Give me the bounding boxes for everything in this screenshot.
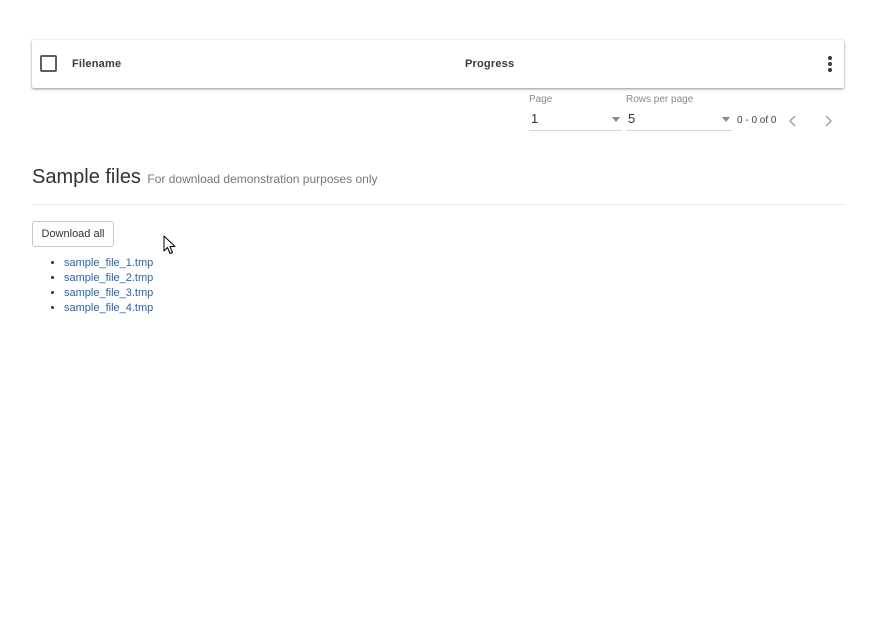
- next-page-button[interactable]: [820, 113, 836, 129]
- page-select[interactable]: 1: [529, 108, 622, 131]
- page-label: Page: [529, 94, 553, 105]
- more-vert-icon[interactable]: [826, 56, 834, 72]
- page-select-value: 1: [531, 111, 539, 126]
- list-item: sample_file_3.tmp: [64, 286, 153, 301]
- caret-down-icon: [612, 117, 620, 122]
- file-link[interactable]: sample_file_2.tmp: [64, 272, 153, 284]
- select-all-checkbox[interactable]: [40, 55, 57, 72]
- file-link[interactable]: sample_file_4.tmp: [64, 302, 153, 314]
- file-list: sample_file_1.tmp sample_file_2.tmp samp…: [32, 256, 153, 316]
- file-link[interactable]: sample_file_3.tmp: [64, 287, 153, 299]
- column-header-filename[interactable]: Filename: [72, 40, 121, 88]
- prev-page-button[interactable]: [785, 113, 801, 129]
- page: Filename Progress Page 1 Rows per page 5…: [0, 0, 876, 620]
- chevron-left-icon: [789, 115, 796, 127]
- rows-per-page-value: 5: [628, 111, 636, 126]
- mouse-pointer-icon: [163, 235, 176, 254]
- list-item: sample_file_2.tmp: [64, 271, 153, 286]
- files-table: Filename Progress: [32, 40, 844, 88]
- chevron-right-icon: [825, 115, 832, 127]
- section-heading: Sample files For download demonstration …: [32, 166, 378, 189]
- file-link[interactable]: sample_file_1.tmp: [64, 257, 153, 269]
- rows-per-page-select[interactable]: 5: [626, 108, 732, 131]
- list-item: sample_file_4.tmp: [64, 301, 153, 316]
- pagination-range: 0 - 0 of 0: [737, 115, 777, 126]
- list-item: sample_file_1.tmp: [64, 256, 153, 271]
- section-subtitle: For download demonstration purposes only: [147, 172, 378, 186]
- column-header-progress[interactable]: Progress: [465, 40, 514, 88]
- divider: [32, 204, 844, 205]
- caret-down-icon: [722, 117, 730, 122]
- download-all-button[interactable]: Download all: [32, 221, 114, 247]
- section-title: Sample files: [32, 166, 141, 188]
- rows-per-page-label: Rows per page: [626, 94, 694, 105]
